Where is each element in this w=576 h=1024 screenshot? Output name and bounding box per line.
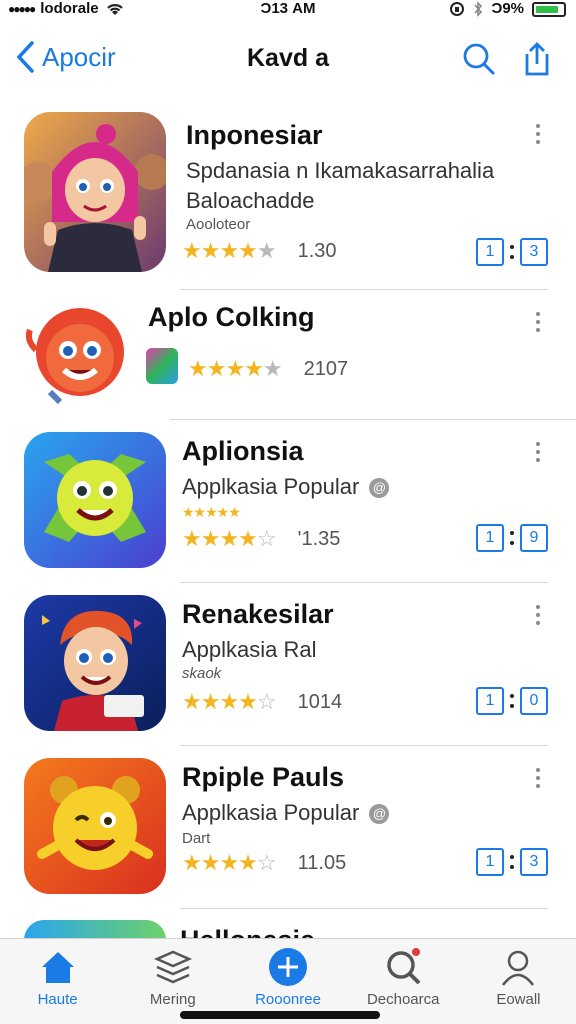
- app-title: Renakesilar: [182, 599, 334, 629]
- cartoon-boy-icon: [24, 595, 166, 731]
- star-rating-icon: ★★★★☆: [182, 850, 277, 875]
- app-icon[interactable]: [24, 595, 166, 731]
- separator-icon: [510, 245, 514, 259]
- share-icon: [525, 42, 549, 76]
- list-item[interactable]: Aplo Colking ★★★★★ 2107: [0, 290, 576, 420]
- status-bar: ●●●●● lodorale Ͻ13 AM Ͻ9%: [0, 0, 576, 22]
- get-button[interactable]: 1: [476, 524, 504, 552]
- app-title: Aplionsia: [182, 436, 304, 466]
- list-item[interactable]: Renakesilar Applkasia Ral skaok ★★★★☆ 10…: [0, 583, 576, 746]
- app-rating: ★★★★★ 1.30: [182, 238, 337, 264]
- home-icon: [41, 952, 74, 983]
- app-subtitle-secondary: Baloachadde: [186, 188, 315, 213]
- open-button[interactable]: 0: [520, 687, 548, 715]
- get-button[interactable]: 1: [476, 687, 504, 715]
- app-subtitle: Applkasia Popular @: [182, 474, 390, 500]
- app-subtitle: Applkasia Popular @: [182, 800, 390, 826]
- tab-bar: Haute Mering Rooonree Dechoarca Eowall: [0, 938, 576, 1024]
- yellow-bear-icon: [24, 758, 166, 894]
- app-title: Inponesiar: [186, 120, 323, 150]
- app-icon[interactable]: [24, 112, 166, 272]
- app-subtitle: Applkasia Ral: [182, 637, 317, 662]
- tab-label: Rooonree: [255, 991, 321, 1008]
- rating-count: 2107: [303, 357, 349, 380]
- search-icon: [463, 43, 495, 75]
- cartoon-face-icon: [25, 308, 124, 405]
- app-title-partial: Hellonesie: [180, 925, 315, 939]
- tab-label: Haute: [37, 991, 78, 1008]
- navigation-bar: Apocir Kavd a: [0, 30, 576, 90]
- app-rating: ★★★★★ 2107: [188, 356, 348, 382]
- green-blob-icon: [24, 432, 166, 568]
- search-icon: [387, 948, 421, 985]
- rating-count: 11.05: [297, 851, 347, 874]
- app-tag: Aooloteor: [186, 216, 251, 233]
- battery-icon: [532, 2, 566, 17]
- app-rating: ★★★★☆ 1014: [182, 689, 342, 715]
- separator-icon: [510, 855, 514, 869]
- home-indicator: [180, 1011, 380, 1019]
- app-icon[interactable]: [24, 758, 166, 894]
- tab-profile[interactable]: Eowall: [461, 939, 576, 1024]
- bluetooth-icon: [474, 0, 483, 17]
- more-options-icon[interactable]: [536, 768, 542, 792]
- person-icon: [502, 950, 535, 986]
- layers-icon: [153, 950, 192, 984]
- info-badge-icon: @: [369, 478, 390, 499]
- cartoon-girl-icon: [24, 112, 166, 272]
- star-rating-icon: ★★★★★: [182, 238, 277, 263]
- get-button[interactable]: 1: [476, 848, 504, 876]
- app-rating: ★★★★☆ '1.35: [182, 526, 340, 552]
- app-tag: skaok: [182, 665, 222, 682]
- lock-rotation-icon: [450, 1, 465, 16]
- tab-label: Mering: [149, 991, 196, 1008]
- open-button[interactable]: 9: [520, 524, 548, 552]
- separator-icon: [510, 531, 514, 545]
- plus-icon: [269, 948, 307, 986]
- app-subtitle-text: Applkasia Popular: [182, 474, 360, 499]
- get-button[interactable]: 1: [476, 238, 504, 266]
- tab-label: Eowall: [496, 991, 541, 1008]
- search-button[interactable]: [460, 40, 498, 78]
- star-rating-icon: ★★★★☆: [182, 526, 277, 551]
- star-rating-icon: ★★★★★: [188, 356, 283, 381]
- app-icon-partial[interactable]: [24, 920, 166, 940]
- tab-home[interactable]: Haute: [0, 939, 115, 1024]
- tab-label: Dechoarca: [366, 991, 440, 1008]
- more-options-icon[interactable]: [536, 312, 542, 336]
- star-rating-icon: ★★★★☆: [182, 689, 277, 714]
- battery-percent: Ͻ9%: [491, 0, 524, 17]
- app-list: Inponesiar Spdanasia n Ikamakasarrahalia…: [0, 100, 576, 909]
- app-subtitle: Spdanasia n Ikamakasarrahalia: [186, 158, 495, 183]
- open-button[interactable]: 3: [520, 238, 548, 266]
- app-icon[interactable]: [24, 432, 166, 568]
- info-badge-icon: @: [369, 804, 390, 825]
- separator-icon: [510, 694, 514, 708]
- more-options-icon[interactable]: [536, 124, 542, 148]
- rating-count: 1014: [297, 690, 343, 713]
- rating-count: '1.35: [297, 527, 341, 550]
- small-stars-icon: ★★★★★: [182, 504, 241, 520]
- app-tag: Dart: [182, 830, 211, 847]
- share-button[interactable]: [518, 40, 556, 78]
- app-rating: ★★★★☆ 11.05: [182, 850, 346, 876]
- app-subtitle-text: Applkasia Popular: [182, 800, 360, 825]
- app-mini-icon: [146, 348, 178, 384]
- rating-count: 1.30: [297, 239, 337, 262]
- list-item[interactable]: Aplionsia Applkasia Popular @ ★★★★★ ★★★★…: [0, 420, 576, 583]
- app-title: Rpiple Pauls: [182, 762, 345, 792]
- more-options-icon[interactable]: [536, 605, 542, 629]
- app-icon[interactable]: [20, 300, 130, 410]
- open-button[interactable]: 3: [520, 848, 548, 876]
- more-options-icon[interactable]: [536, 442, 542, 466]
- list-item[interactable]: Rpiple Pauls Applkasia Popular @ Dart ★★…: [0, 746, 576, 909]
- list-item[interactable]: Inponesiar Spdanasia n Ikamakasarrahalia…: [0, 100, 576, 290]
- app-title: Aplo Colking: [148, 302, 315, 332]
